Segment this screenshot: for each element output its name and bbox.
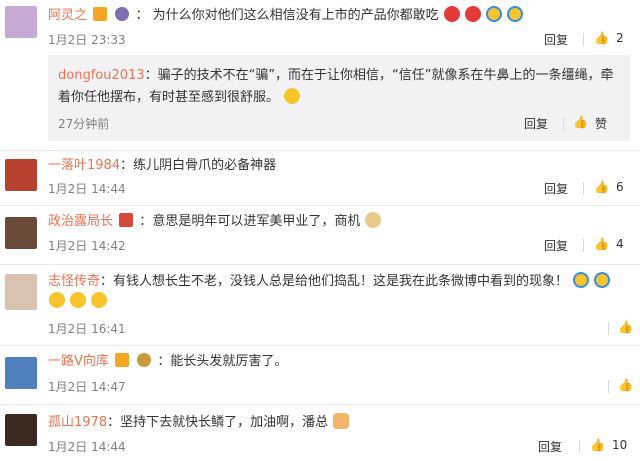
laugh-cry-icon bbox=[507, 6, 524, 22]
medal-badge-icon bbox=[119, 213, 134, 227]
separator: ： bbox=[135, 8, 149, 23]
laugh-icon bbox=[284, 88, 301, 104]
like-count[interactable]: 6 bbox=[616, 180, 624, 194]
thumbs-up-icon[interactable]: 👍 bbox=[590, 438, 605, 452]
laugh-cry-icon bbox=[573, 272, 590, 288]
like-count[interactable]: 4 bbox=[616, 237, 624, 251]
comment-text-line: 一落叶1984：练儿阴白骨爪的必备神器 bbox=[48, 157, 632, 175]
separator: ： bbox=[157, 354, 171, 369]
vip-badge-icon bbox=[93, 7, 108, 21]
reply-button[interactable]: 回复 bbox=[544, 180, 568, 197]
reply-button[interactable]: 回复 bbox=[524, 115, 548, 132]
nested-reply-meta: 27分钟前 回复 👍 赞 bbox=[58, 115, 620, 133]
timestamp: 1月2日 16:41 bbox=[48, 322, 126, 336]
comment-meta: 1月2日 16:41 👍 3 bbox=[48, 320, 633, 338]
separator: ： bbox=[107, 415, 121, 430]
grin-icon bbox=[91, 292, 108, 308]
laugh-cry-icon bbox=[486, 6, 503, 22]
divider bbox=[0, 205, 640, 206]
crown-badge-icon bbox=[137, 353, 152, 367]
grin-icon bbox=[49, 292, 65, 308]
username[interactable]: 孤山1978 bbox=[48, 415, 107, 430]
divider bbox=[583, 182, 584, 195]
comment-meta: 1月2日 14:47 👍 3 bbox=[48, 378, 633, 396]
divider bbox=[0, 404, 640, 405]
comment-text-line: 阿灵之 ： 为什么你对他们这么相信没有上市的产品你都敢吃 bbox=[48, 6, 632, 25]
username[interactable]: 阿灵之 bbox=[48, 8, 87, 23]
username[interactable]: 一落叶1984 bbox=[48, 158, 120, 173]
avatar[interactable] bbox=[5, 159, 37, 191]
separator: ： bbox=[144, 68, 158, 83]
reply-button[interactable]: 回复 bbox=[544, 237, 568, 254]
avatar[interactable] bbox=[5, 357, 37, 389]
comment-text-line: 志怪传奇：有钱人想长生不老，没钱人总是给他们捣乱！这是我在此条微博中看到的现象！ bbox=[48, 272, 632, 291]
member-badge-icon bbox=[115, 7, 130, 21]
timestamp: 27分钟前 bbox=[58, 117, 110, 131]
thumbs-up-icon[interactable]: 👍 bbox=[573, 115, 588, 129]
divider bbox=[579, 440, 580, 453]
username[interactable]: 一路V向库 bbox=[48, 354, 109, 369]
like-count[interactable]: 10 bbox=[612, 438, 627, 452]
thumbs-up-icon[interactable]: 👍 bbox=[594, 180, 609, 194]
comment-text: 坚持下去就快长鳞了，加油啊，潘总 bbox=[120, 415, 329, 430]
thumbs-up-icon[interactable]: 👍 bbox=[594, 31, 609, 45]
heart-icon bbox=[464, 6, 481, 22]
fist-icon bbox=[333, 413, 350, 429]
username[interactable]: dongfou2013 bbox=[58, 68, 145, 83]
nested-reply-text: dongfou2013：骗子的技术不在“骗”，而在于让你相信，“信任”就像系在牛… bbox=[58, 65, 618, 109]
reply-button[interactable]: 回复 bbox=[538, 438, 562, 455]
avatar[interactable] bbox=[5, 6, 37, 38]
laugh-cry-icon bbox=[594, 272, 611, 288]
divider bbox=[608, 380, 609, 393]
comment-text: 练儿阴白骨爪的必备神器 bbox=[133, 158, 277, 173]
divider bbox=[563, 117, 564, 130]
avatar[interactable] bbox=[5, 274, 37, 310]
comment-meta: 1月2日 14:44 回复 👍 10 bbox=[48, 438, 632, 456]
heart-icon bbox=[443, 6, 460, 22]
comment-meta: 1月2日 14:42 回复 👍 4 bbox=[48, 237, 632, 255]
thumbs-up-icon[interactable]: 👍 bbox=[594, 237, 609, 251]
comment-text-line: 一路V向库 ：能长头发就厉害了。 bbox=[48, 353, 632, 371]
reply-button[interactable]: 回复 bbox=[544, 31, 568, 48]
thumbs-up-icon[interactable]: 👍 bbox=[618, 378, 633, 392]
timestamp: 1月2日 14:42 bbox=[48, 239, 126, 253]
divider bbox=[0, 345, 640, 346]
timestamp: 1月2日 14:47 bbox=[48, 380, 126, 394]
comment-text: 有钱人想长生不老，没钱人总是给他们捣乱！这是我在此条微博中看到的现象！ bbox=[113, 274, 569, 289]
comment-text: 意思是明年可以进军美甲业了，商机 bbox=[152, 214, 361, 229]
separator: ： bbox=[100, 274, 114, 289]
comment-meta: 1月2日 14:44 回复 👍 6 bbox=[48, 180, 632, 198]
username[interactable]: 政治露局长 bbox=[48, 214, 113, 229]
grin-icon bbox=[70, 292, 87, 308]
doge-icon bbox=[365, 212, 382, 228]
timestamp: 1月2日 23:33 bbox=[48, 33, 126, 47]
divider bbox=[583, 239, 584, 252]
avatar[interactable] bbox=[5, 414, 37, 446]
divider bbox=[0, 264, 640, 265]
nested-reply: dongfou2013：骗子的技术不在“骗”，而在于让你相信，“信任”就像系在牛… bbox=[48, 55, 630, 141]
divider bbox=[0, 150, 640, 151]
like-count[interactable]: 2 bbox=[616, 31, 624, 45]
thumbs-up-icon[interactable]: 👍 bbox=[618, 320, 633, 334]
comment-text-line: 孤山1978：坚持下去就快长鳞了，加油啊，潘总 bbox=[48, 413, 632, 432]
like-label[interactable]: 赞 bbox=[595, 115, 607, 132]
timestamp: 1月2日 14:44 bbox=[48, 182, 126, 196]
separator: ： bbox=[139, 214, 153, 229]
username[interactable]: 志怪传奇 bbox=[48, 274, 100, 289]
comment-text: 能长头发就厉害了。 bbox=[170, 354, 288, 369]
emoji-line bbox=[48, 292, 632, 311]
comment-text-line: 政治露局长 ：意思是明年可以进军美甲业了，商机 bbox=[48, 212, 632, 231]
comment-text: 为什么你对他们这么相信没有上市的产品你都敢吃 bbox=[152, 8, 439, 23]
divider bbox=[583, 33, 584, 46]
comment-meta: 1月2日 23:33 回复 👍 2 bbox=[48, 31, 632, 49]
vip-badge-icon bbox=[115, 353, 130, 367]
separator: ： bbox=[120, 158, 134, 173]
divider bbox=[608, 322, 609, 335]
avatar[interactable] bbox=[5, 217, 37, 249]
timestamp: 1月2日 14:44 bbox=[48, 440, 126, 454]
